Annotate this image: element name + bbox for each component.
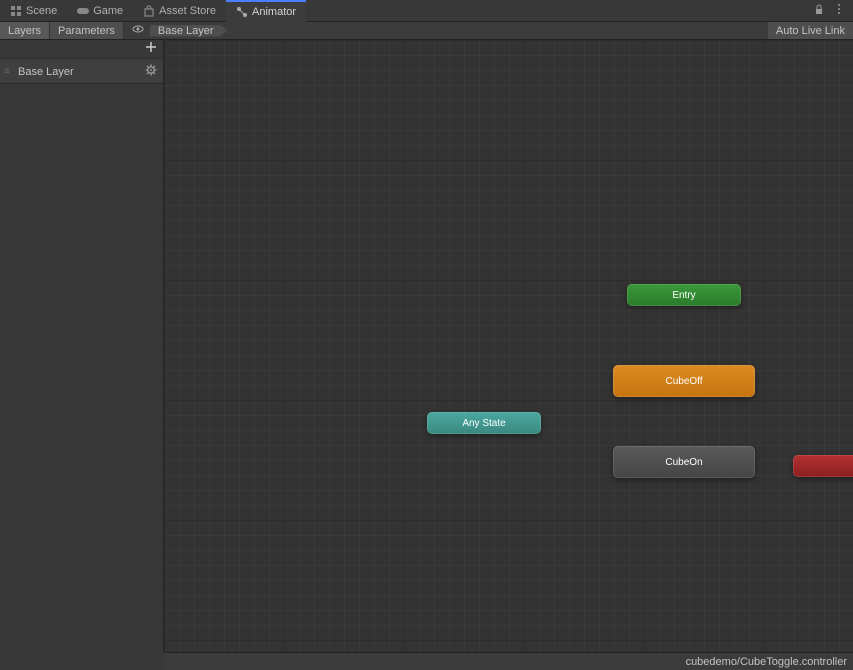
node-any-state-label: Any State [462,418,505,429]
breadcrumb-label: Base Layer [158,25,214,37]
tab-asset-store[interactable]: Asset Store [133,0,226,22]
scene-icon [10,5,22,17]
gear-icon[interactable] [145,64,157,79]
add-layer-button[interactable] [145,41,157,56]
node-entry[interactable]: Entry [627,284,741,306]
animator-graph-canvas[interactable]: Entry Any State CubeOff CubeOn Exit [164,40,853,652]
layer-item-label: Base Layer [18,66,74,78]
node-cubeoff[interactable]: CubeOff [613,365,755,397]
lock-icon[interactable] [813,3,825,18]
bag-icon [143,5,155,17]
gamepad-icon [77,5,89,17]
tab-animator[interactable]: Animator [226,0,306,22]
node-cubeoff-label: CubeOff [665,376,702,387]
kebab-icon[interactable] [833,3,845,18]
subtab-parameters-label: Parameters [58,25,115,37]
auto-live-link-label: Auto Live Link [776,25,845,37]
layer-item-base[interactable]: ≡ Base Layer [0,60,163,84]
breadcrumb-base-layer[interactable]: Base Layer [150,25,228,37]
node-cubeon-label: CubeOn [665,457,702,468]
grid-background [164,40,853,652]
animator-icon [236,6,248,18]
tab-game-label: Game [93,5,123,17]
eye-icon[interactable] [132,23,144,38]
tab-scene[interactable]: Scene [0,0,67,22]
window-tab-bar: Scene Game Asset Store Animator [0,0,853,22]
tab-game[interactable]: Game [67,0,133,22]
status-bar: cubedemo/CubeToggle.controller [164,652,853,670]
drag-handle-icon[interactable]: ≡ [4,69,10,75]
subtab-layers-label: Layers [8,25,41,37]
tab-scene-label: Scene [26,5,57,17]
node-cubeon[interactable]: CubeOn [613,446,755,478]
node-any-state[interactable]: Any State [427,412,541,434]
layers-sidebar: ≡ Base Layer [0,40,164,652]
tab-asset-store-label: Asset Store [159,5,216,17]
node-exit[interactable]: Exit [793,455,853,477]
subtab-layers[interactable]: Layers [0,22,50,39]
auto-live-link-button[interactable]: Auto Live Link [768,22,853,39]
node-entry-label: Entry [672,290,695,301]
tab-animator-label: Animator [252,6,296,18]
subtab-parameters[interactable]: Parameters [50,22,124,39]
status-path-label: cubedemo/CubeToggle.controller [686,656,847,668]
animator-toolbar: Layers Parameters Base Layer Auto Live L… [0,22,853,40]
